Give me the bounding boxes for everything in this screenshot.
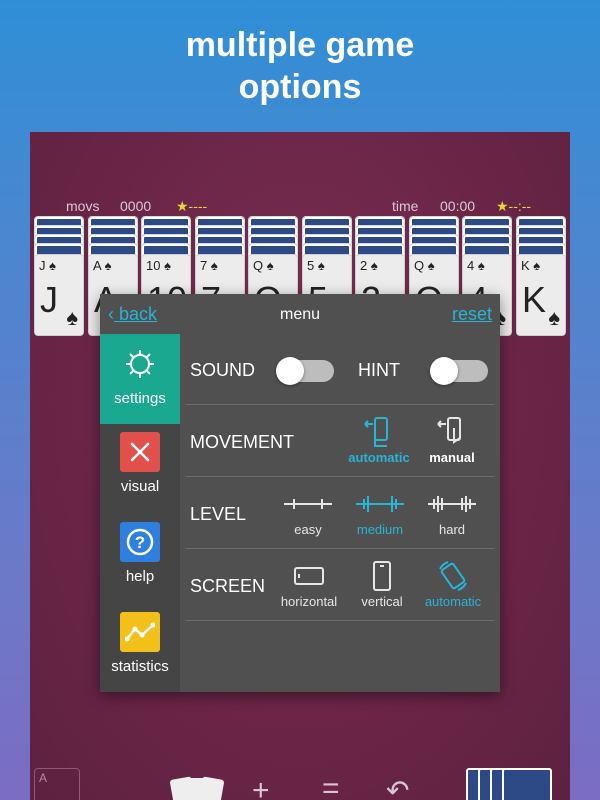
- time-label: time: [392, 198, 419, 214]
- level-hard-label: hard: [438, 522, 466, 537]
- card-rank-suit: 7 ♠: [200, 258, 218, 273]
- phone-vertical-icon: [350, 558, 414, 594]
- spade-icon: ♠: [66, 305, 78, 330]
- toggle-knob: [276, 357, 304, 385]
- headline-line-2: options: [238, 68, 362, 106]
- settings-menu: ‹ back menu reset settings visual ? help…: [100, 294, 500, 692]
- level-hard-option[interactable]: hard: [420, 486, 484, 537]
- reset-button[interactable]: reset: [452, 304, 492, 325]
- rotate-icon: [418, 558, 488, 594]
- card-rank-suit: 4 ♠: [467, 258, 485, 273]
- menu-header: ‹ back menu reset: [100, 294, 500, 334]
- menu-title: menu: [279, 306, 321, 323]
- level-medium-option[interactable]: medium: [348, 486, 412, 537]
- face-up-card[interactable]: K ♠ K ♠: [516, 254, 566, 336]
- undo-icon[interactable]: ↶: [386, 774, 409, 800]
- movement-manual-label: manual: [429, 450, 475, 465]
- card-rank-suit: Q ♠: [414, 258, 435, 273]
- screen-vertical-label: vertical: [361, 594, 403, 609]
- sidebar-label-statistics: statistics: [111, 658, 169, 675]
- gear-icon: [120, 344, 160, 384]
- time-stars: ★--:--: [496, 198, 532, 214]
- svg-text:?: ?: [135, 533, 145, 552]
- bottom-toolbar: A + = ↶: [30, 762, 570, 800]
- game-screen: movs 0000 ★---- time 00:00 ★--:-- J ♠ J ♠ A…: [30, 132, 570, 800]
- level-easy-option[interactable]: easy: [276, 486, 340, 537]
- screen-automatic-label: automatic: [424, 594, 482, 609]
- sidebar-item-visual[interactable]: visual: [100, 432, 180, 495]
- card-rank-suit: 5 ♠: [307, 258, 325, 273]
- card-rank-suit: J ♠: [39, 258, 57, 273]
- level-hard-icon: [420, 486, 484, 522]
- movement-automatic-label: automatic: [348, 450, 410, 465]
- menu-sidebar: settings visual ? help statistics: [100, 334, 180, 692]
- movement-label: MOVEMENT: [190, 432, 295, 452]
- level-medium-icon: [348, 486, 412, 522]
- deal-cards-icon[interactable]: [169, 776, 225, 800]
- divider: [186, 620, 494, 621]
- sidebar-label-visual: visual: [120, 478, 160, 495]
- sidebar-item-statistics[interactable]: statistics: [100, 612, 180, 675]
- card-rank-suit: 2 ♠: [360, 258, 378, 273]
- spade-icon: ♠: [548, 305, 560, 330]
- card-rank-suit: 10 ♠: [146, 258, 171, 273]
- level-easy-icon: [276, 486, 340, 522]
- headline-line-1: multiple game: [185, 26, 415, 64]
- screen-automatic-option[interactable]: automatic: [418, 558, 488, 609]
- foundation-slot: A: [34, 768, 80, 800]
- card-rank-suit: A ♠: [93, 258, 112, 273]
- card-rank: J: [40, 279, 58, 320]
- toggle-knob: [430, 357, 458, 385]
- divider: [186, 404, 494, 405]
- sidebar-item-settings[interactable]: settings: [100, 334, 180, 424]
- brush-icon: [120, 432, 160, 472]
- phone-horizontal-icon: [274, 558, 344, 594]
- card-rank: K: [522, 279, 547, 320]
- menu-icon[interactable]: =: [322, 772, 340, 800]
- sidebar-label-help: help: [125, 568, 155, 585]
- sound-label: SOUND: [190, 360, 256, 380]
- screen-horizontal-label: horizontal: [280, 594, 338, 609]
- level-easy-label: easy: [294, 522, 322, 537]
- tap-icon: [420, 414, 484, 450]
- divider: [186, 548, 494, 549]
- moves-label: movs: [66, 198, 100, 214]
- hint-label: HINT: [358, 360, 400, 380]
- headline: multiple game options: [0, 24, 600, 108]
- hint-toggle[interactable]: [430, 357, 488, 385]
- screen-label: SCREEN: [190, 576, 266, 596]
- sound-toggle[interactable]: [276, 357, 334, 385]
- movement-manual-option[interactable]: manual: [420, 414, 484, 465]
- screen-horizontal-option[interactable]: horizontal: [274, 558, 344, 609]
- face-up-card[interactable]: J ♠ J ♠: [34, 254, 84, 336]
- card-rank-suit: K ♠: [521, 258, 541, 273]
- movement-automatic-option[interactable]: automatic: [346, 414, 412, 465]
- time-value: 00:00: [440, 198, 476, 214]
- swipe-icon: [346, 414, 412, 450]
- moves-value: 0000: [120, 198, 152, 214]
- divider: [186, 476, 494, 477]
- screen-vertical-option[interactable]: vertical: [350, 558, 414, 609]
- level-label: LEVEL: [190, 504, 247, 524]
- moves-stars: ★----: [176, 198, 208, 214]
- foundation-slot-label: A: [39, 771, 48, 785]
- sidebar-label-settings: settings: [114, 390, 166, 407]
- level-medium-label: medium: [356, 522, 404, 537]
- add-icon[interactable]: +: [252, 774, 270, 800]
- sidebar-item-help[interactable]: ? help: [100, 522, 180, 585]
- card-rank-suit: Q ♠: [253, 258, 274, 273]
- chart-icon: [120, 612, 160, 652]
- question-icon: ?: [120, 522, 160, 562]
- stock-pile[interactable]: [466, 768, 566, 800]
